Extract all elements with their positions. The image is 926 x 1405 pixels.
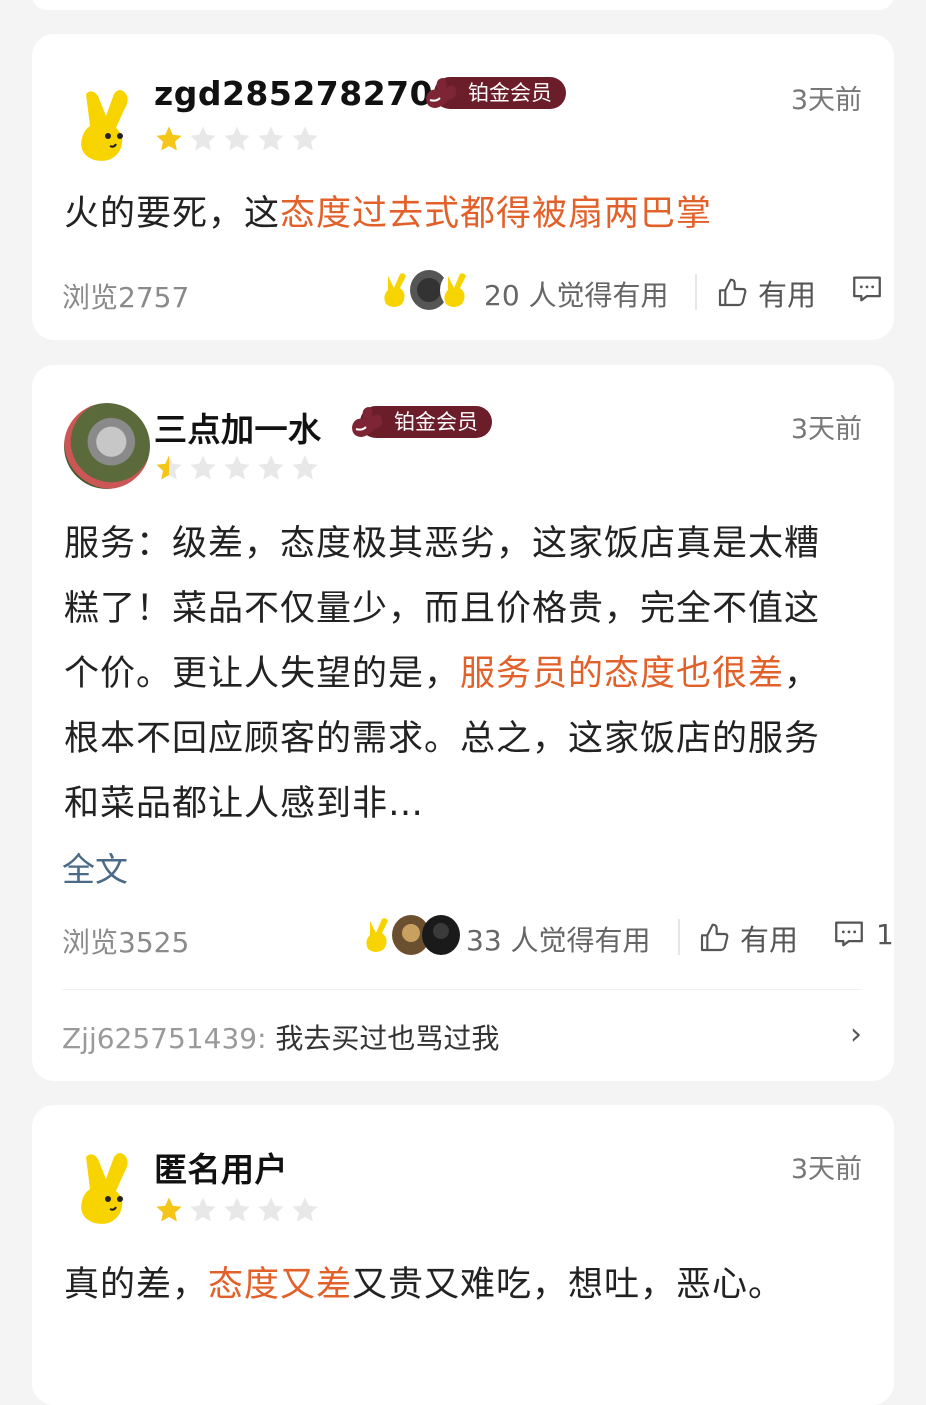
useful-label: 有用: [740, 923, 799, 957]
view-count: 浏览2757: [62, 281, 190, 314]
review-content[interactable]: 真的差，态度又差又贵又难吃，想吐，恶心。: [64, 1253, 844, 1318]
content-text: 火的要死，这: [64, 194, 281, 234]
reply-preview[interactable]: Zjj625751439: 我去买过也骂过我 ›: [62, 1017, 862, 1057]
reply-text: 我去买过也骂过我: [275, 1022, 500, 1055]
star-empty-icon: [258, 126, 284, 151]
mascot-avatar-icon: [81, 90, 128, 161]
star-empty-icon: [292, 455, 318, 480]
review-card[interactable]: 匿名用户 3天前 真的差，态度又差又贵又难吃，想吐，恶心。: [32, 1105, 894, 1405]
platinum-member-badge: 铂金会员: [348, 405, 492, 439]
star-empty-icon: [292, 1197, 318, 1222]
platinum-member-badge: 铂金会员: [422, 76, 566, 110]
liker-avatars: [362, 915, 460, 955]
review-time: 3天前: [790, 1154, 862, 1185]
star-empty-icon: [224, 126, 250, 151]
star-empty-icon: [258, 455, 284, 480]
mascot-avatar-icon: [440, 270, 478, 310]
review-time: 3天前: [790, 85, 862, 116]
divider: [62, 989, 862, 990]
star-empty-icon: [224, 1197, 250, 1222]
rating-stars: [154, 124, 320, 154]
found-useful-count: 20 人觉得有用: [484, 279, 669, 312]
rabbit-badge-icon: [426, 78, 457, 108]
star-empty-icon: [190, 455, 216, 480]
liker-avatar: [440, 270, 478, 310]
star-empty-icon: [224, 455, 250, 480]
star-empty-icon: [292, 126, 318, 151]
username[interactable]: zgd285278270: [154, 74, 433, 113]
liker-avatar: [422, 915, 460, 955]
star-empty-icon: [190, 1197, 216, 1222]
user-avatar[interactable]: [64, 82, 150, 168]
comment-button[interactable]: [850, 272, 894, 306]
view-count: 浏览3525: [62, 926, 190, 959]
liker-avatars: [380, 270, 478, 310]
useful-button[interactable]: 有用: [698, 917, 798, 959]
star-filled-icon: [156, 126, 182, 151]
divider: [695, 274, 697, 310]
review-content[interactable]: 火的要死，这态度过去式都得被扇两巴掌: [64, 182, 844, 247]
useful-label: 有用: [758, 278, 817, 312]
username[interactable]: 三点加一水: [154, 403, 322, 451]
comment-icon: [835, 921, 863, 947]
review-card[interactable]: 三点加一水 铂金会员 3天前 服务：级差，态度极其恶劣，这家饭店真是太糟糕了！菜…: [32, 365, 894, 1081]
user-avatar[interactable]: [64, 403, 150, 489]
content-text: 真的差，: [64, 1265, 209, 1305]
full-text-link[interactable]: 全文: [62, 843, 128, 891]
star-filled-icon: [156, 1197, 182, 1222]
user-avatar[interactable]: [64, 1145, 150, 1231]
thumbs-up-icon: [700, 923, 729, 952]
comment-count: 1: [876, 917, 894, 951]
previous-review-card: [32, 0, 894, 10]
divider: [678, 919, 680, 955]
star-half-icon: [156, 455, 182, 480]
useful-button[interactable]: 有用: [716, 272, 816, 314]
star-empty-icon: [190, 126, 216, 151]
content-highlight: 服务员的态度也很差: [460, 654, 785, 694]
thumbs-up-icon: [718, 278, 747, 307]
rabbit-badge-icon: [352, 407, 383, 437]
rating-stars: [154, 453, 320, 483]
review-footer: 浏览2757 20 人觉得有用 有用: [62, 270, 881, 314]
review-time: 3天前: [790, 414, 862, 445]
chevron-right-icon: ›: [850, 1017, 862, 1052]
found-useful-count: 33 人觉得有用: [466, 924, 651, 957]
content-highlight: 态度又差: [208, 1265, 353, 1305]
mascot-avatar-icon: [81, 1153, 128, 1224]
username[interactable]: 匿名用户: [154, 1143, 288, 1191]
comment-button[interactable]: 1: [832, 917, 894, 951]
review-card[interactable]: zgd285278270 铂金会员 3天前 火的要死，这态度过去式都得被扇两巴掌…: [32, 34, 894, 340]
reply-username: Zjj625751439:: [62, 1022, 267, 1055]
comment-icon: [853, 276, 881, 302]
photo-avatar-icon: [422, 915, 460, 955]
rating-stars: [154, 1195, 320, 1225]
star-empty-icon: [258, 1197, 284, 1222]
content-text: 又贵又难吃，想吐，恶心。: [352, 1265, 785, 1305]
content-highlight: 态度过去式都得被扇两巴掌: [280, 194, 713, 234]
review-footer: 浏览3525 33 人觉得有用 有用 1: [62, 915, 894, 959]
review-content[interactable]: 服务：级差，态度极其恶劣，这家饭店真是太糟糕了！菜品不仅量少，而且价格贵，完全不…: [64, 512, 844, 837]
